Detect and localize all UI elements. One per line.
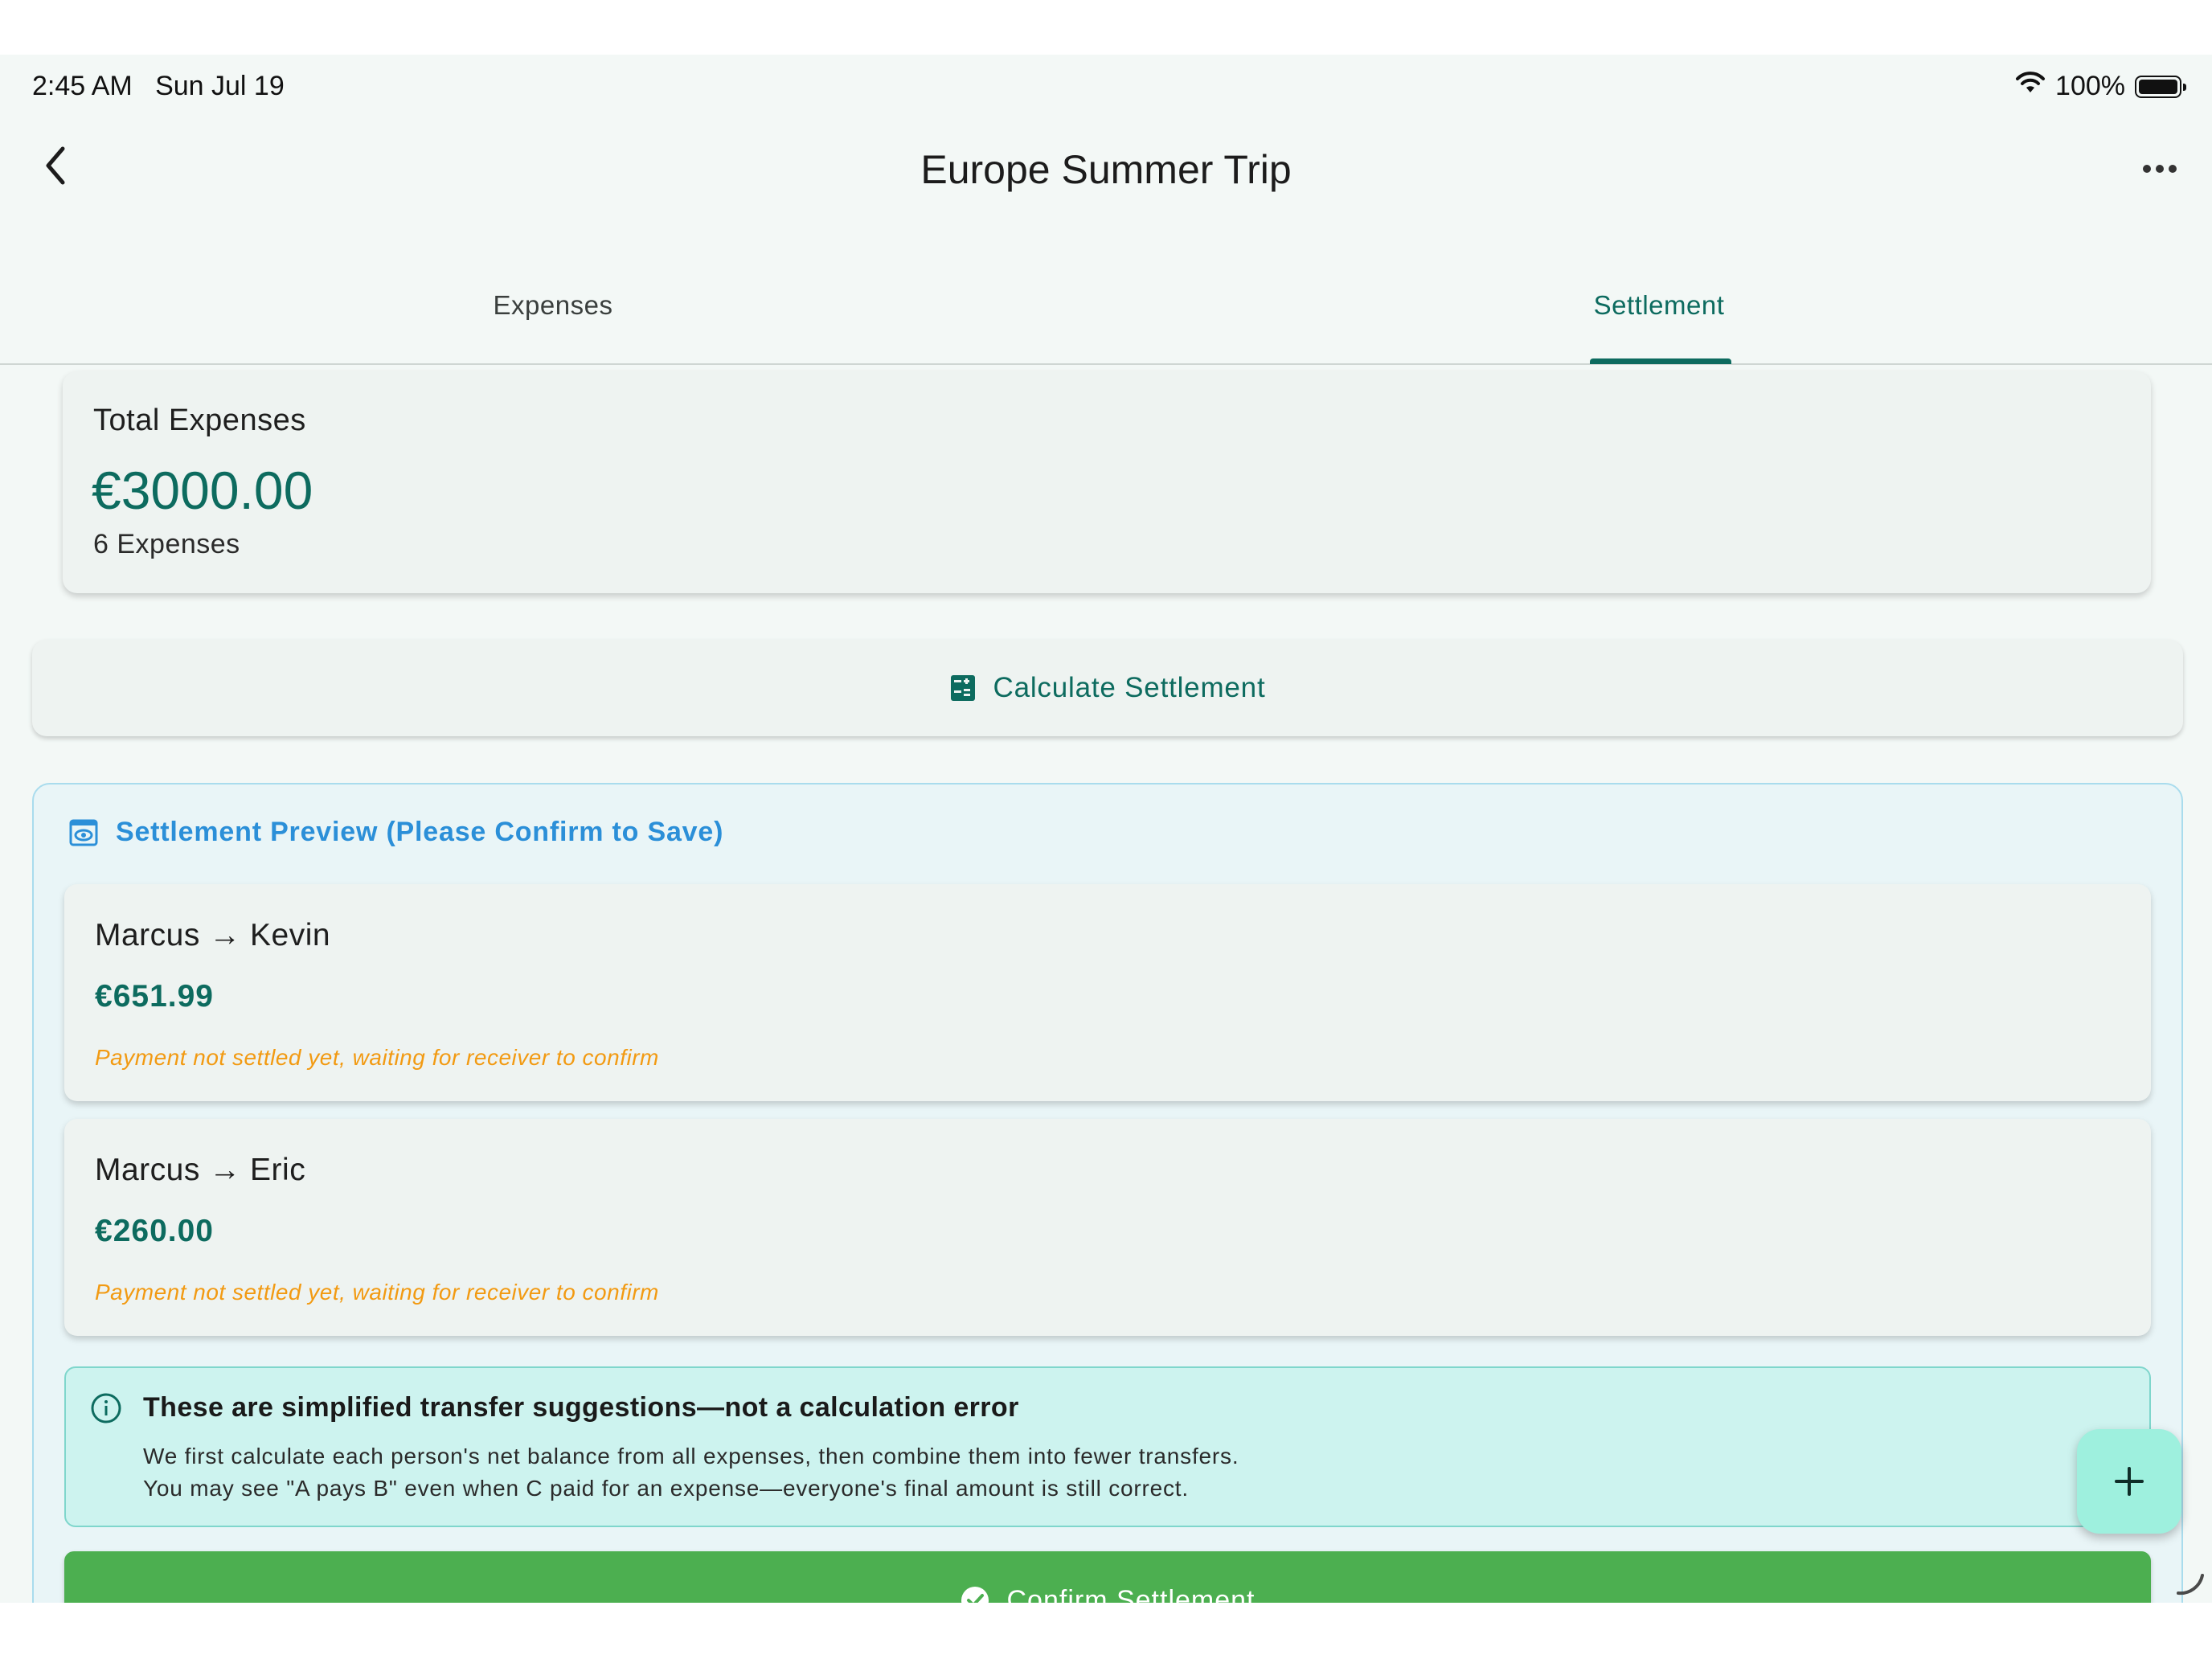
- status-indicators: 100%: [2015, 71, 2186, 102]
- total-expenses-label: Total Expenses: [93, 403, 306, 437]
- transfer-status: Payment not settled yet, waiting for rec…: [95, 1045, 659, 1070]
- status-time: 2:45 AM Sun Jul 19: [32, 71, 285, 101]
- transfer-card: Marcus → Kevin €651.99 Payment not settl…: [64, 884, 2151, 1101]
- battery-percent: 100%: [2055, 71, 2125, 101]
- confirm-settlement-button[interactable]: Confirm Settlement: [64, 1551, 2151, 1603]
- calculator-icon: [950, 675, 975, 701]
- wifi-icon: [2015, 71, 2046, 102]
- info-notice: These are simplified transfer suggestion…: [64, 1366, 2151, 1527]
- page-title: Europe Summer Trip: [920, 147, 1292, 192]
- info-text-line-2: You may see "A pays B" even when C paid …: [143, 1476, 1189, 1501]
- calculate-settlement-button[interactable]: Calculate Settlement: [32, 640, 2183, 736]
- preview-icon: [69, 819, 98, 846]
- loading-indicator-icon: [2177, 1574, 2204, 1596]
- total-expenses-amount: €3000.00: [92, 461, 313, 520]
- confirm-settlement-label: Confirm Settlement: [1006, 1584, 1256, 1604]
- check-circle-icon: [961, 1587, 989, 1603]
- calculate-settlement-label: Calculate Settlement: [993, 672, 1266, 703]
- preview-title: Settlement Preview (Please Confirm to Sa…: [116, 817, 724, 847]
- battery-icon: [2135, 75, 2186, 98]
- expense-count: 6 Expenses: [93, 529, 240, 559]
- transfer-amount: €651.99: [95, 979, 214, 1014]
- transfer-card: Marcus → Eric €260.00 Payment not settle…: [64, 1119, 2151, 1336]
- settlement-preview-panel: Settlement Preview (Please Confirm to Sa…: [32, 783, 2183, 1603]
- add-expense-fab[interactable]: [2077, 1429, 2181, 1534]
- transfer-amount: €260.00: [95, 1214, 214, 1248]
- app-screen: 2:45 AM Sun Jul 19 100% Europe Summer Tr…: [0, 55, 2212, 1603]
- plus-icon: [2115, 1467, 2144, 1496]
- transfer-parties: Marcus → Eric: [95, 1153, 306, 1187]
- tab-bar: Expenses Settlement: [0, 248, 2212, 365]
- info-text-line-1: We first calculate each person's net bal…: [143, 1444, 1239, 1469]
- more-options-button[interactable]: [2132, 145, 2188, 193]
- more-horizontal-icon: [2143, 165, 2177, 173]
- tab-settlement[interactable]: Settlement: [1106, 248, 2212, 363]
- preview-header: Settlement Preview (Please Confirm to Sa…: [69, 817, 723, 848]
- transfer-parties: Marcus → Kevin: [95, 918, 331, 952]
- active-tab-indicator: [1590, 358, 1731, 364]
- info-icon: [91, 1393, 121, 1423]
- tab-expenses[interactable]: Expenses: [0, 248, 1106, 363]
- total-expenses-card: Total Expenses €3000.00 6 Expenses: [63, 371, 2151, 593]
- info-title: These are simplified transfer suggestion…: [143, 1392, 1019, 1423]
- transfer-status: Payment not settled yet, waiting for rec…: [95, 1280, 659, 1305]
